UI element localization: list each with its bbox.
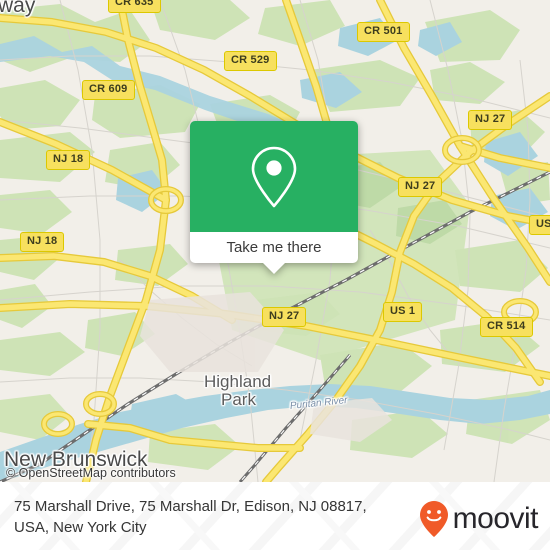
- footer-bar: 75 Marshall Drive, 75 Marshall Dr, Ediso…: [0, 482, 550, 550]
- road-shield: US 1: [383, 302, 423, 322]
- moovit-wordmark: moovit: [452, 502, 539, 535]
- road-shield: NJ 27: [398, 177, 443, 197]
- road-shield: NJ 27: [468, 110, 513, 130]
- road-shield: CR 514: [480, 317, 533, 337]
- road-shield: NJ 18: [46, 150, 91, 170]
- popup-image-area: [190, 121, 358, 232]
- road-shield: CR 501: [357, 22, 410, 42]
- map-screenshot: CR 635 CR 529 CR 609 CR 501 NJ 27 NJ 18 …: [0, 0, 550, 550]
- map-attribution[interactable]: © OpenStreetMap contributors: [6, 466, 176, 480]
- map-canvas[interactable]: CR 635 CR 529 CR 609 CR 501 NJ 27 NJ 18 …: [0, 0, 550, 482]
- map-pin-icon: [251, 146, 297, 207]
- location-popup[interactable]: Take me there: [190, 121, 358, 274]
- moovit-logo[interactable]: moovit: [419, 500, 539, 538]
- moovit-pin-smiley-icon: [419, 501, 448, 537]
- road-shield: CR 635: [108, 0, 161, 13]
- road-shield: US 1: [529, 215, 550, 235]
- place-label-highland: Highland: [204, 372, 272, 391]
- popup-tail: [263, 263, 285, 274]
- road-shield: NJ 27: [262, 307, 307, 327]
- place-label-clipped: way: [0, 0, 36, 17]
- place-label-highland-park: Park: [221, 390, 256, 409]
- take-me-there-label: Take me there: [226, 239, 322, 256]
- take-me-there-button[interactable]: Take me there: [190, 232, 358, 274]
- road-shield: CR 609: [82, 80, 135, 100]
- road-shield: NJ 18: [20, 232, 65, 252]
- road-shield: CR 529: [224, 51, 277, 71]
- address-text: 75 Marshall Drive, 75 Marshall Dr, Ediso…: [14, 498, 367, 536]
